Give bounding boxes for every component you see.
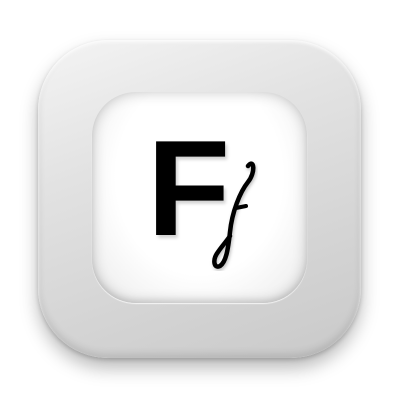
canvas: F [0,0,400,400]
app-icon-frame[interactable]: F [38,40,361,358]
script-lowercase-f-glyph [212,161,256,269]
app-icon-face: F [92,92,307,303]
